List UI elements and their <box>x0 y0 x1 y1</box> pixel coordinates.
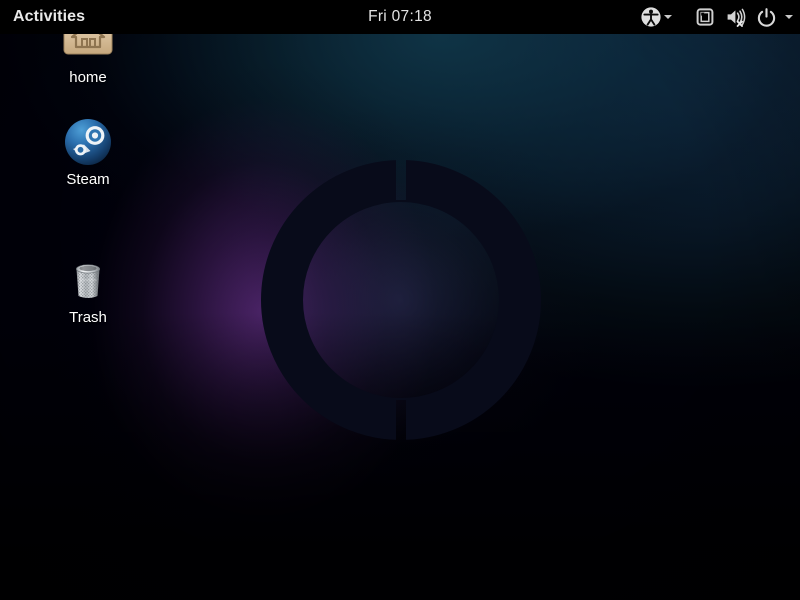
top-panel: Activities Fri 07:18 <box>0 0 800 34</box>
desktop-icon-trash[interactable]: Trash <box>34 256 142 326</box>
desktop-icon-home[interactable]: home <box>34 30 142 86</box>
trash-icon <box>64 256 112 304</box>
volume-muted-icon[interactable] <box>720 0 752 34</box>
desktop[interactable]: home Steam Trash Activities Fri 07:18 <box>0 0 800 600</box>
power-icon[interactable] <box>752 0 781 34</box>
desktop-icon-steam[interactable]: Steam <box>34 118 142 188</box>
chevron-down-icon[interactable] <box>783 0 794 34</box>
desktop-icon-label: Trash <box>69 309 107 326</box>
steam-icon <box>64 118 112 166</box>
desktop-icon-label: Steam <box>66 171 110 188</box>
activities-button[interactable]: Activities <box>0 0 98 34</box>
clock-button[interactable]: Fri 07:18 <box>368 8 432 26</box>
accessibility-icon[interactable] <box>640 0 662 34</box>
display-icon[interactable] <box>690 0 720 34</box>
tray-separator <box>673 0 690 34</box>
folder-home-icon <box>62 30 114 64</box>
system-tray <box>640 0 794 34</box>
desktop-icon-label: home <box>69 69 107 86</box>
chevron-down-icon[interactable] <box>662 0 673 34</box>
ring-logo-icon <box>261 158 541 442</box>
